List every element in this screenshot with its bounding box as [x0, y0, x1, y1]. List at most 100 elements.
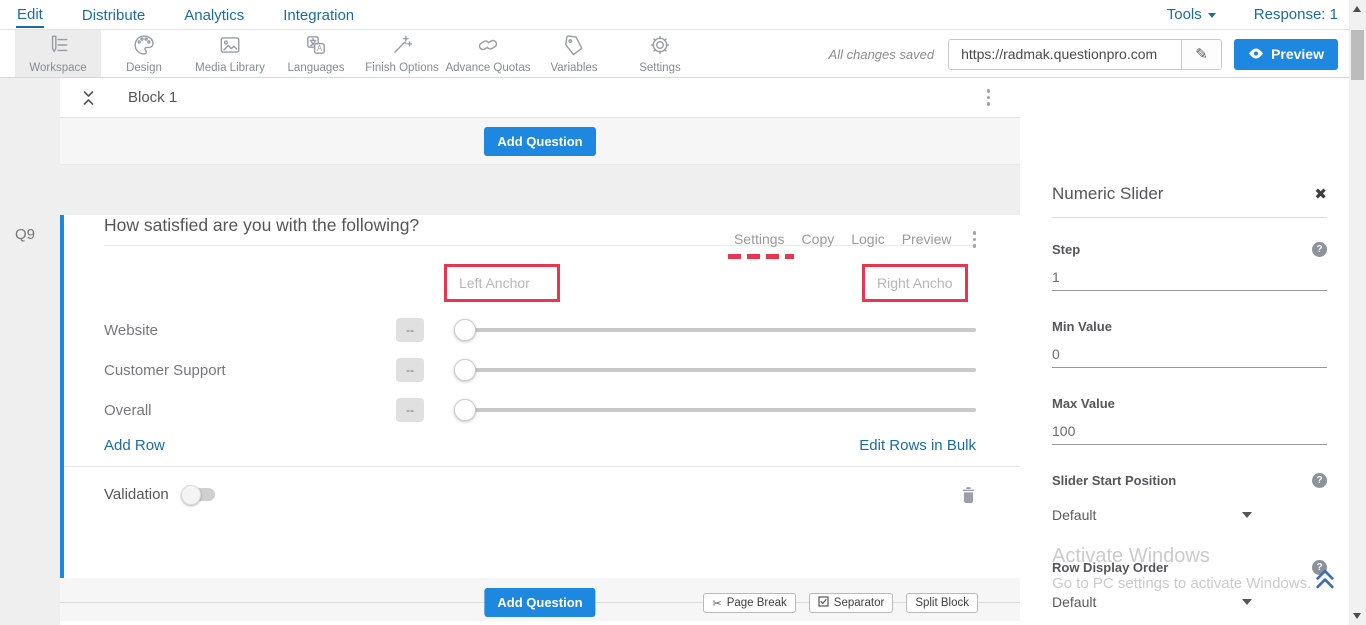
- toolbar-tab-label: Settings: [639, 62, 681, 74]
- select-value: Default: [1052, 507, 1096, 523]
- scrollbar-down-arrow-icon[interactable]: [1353, 613, 1361, 619]
- chevron-down-icon: [1242, 599, 1252, 605]
- slider-row-overall: Overall --: [104, 390, 976, 430]
- field-label: Row Display Order: [1052, 560, 1168, 575]
- block-menu-kebab-icon[interactable]: [983, 85, 995, 110]
- toolbar-tab-finish-options[interactable]: Finish Options: [359, 30, 445, 77]
- toolbar-tab-label: Finish Options: [365, 62, 439, 74]
- toolbar-tab-languages[interactable]: A Languages: [273, 30, 359, 77]
- right-anchor-input[interactable]: [865, 275, 965, 291]
- toolbar-tab-media-library[interactable]: Media Library: [187, 30, 273, 77]
- question-copy-link[interactable]: Copy: [802, 231, 835, 247]
- panel-title: Numeric Slider: [1052, 184, 1163, 204]
- slider-rows: Website -- Customer Support -- Overall -…: [104, 310, 976, 430]
- row-label[interactable]: Customer Support: [104, 362, 396, 379]
- scrollbar-up-arrow-icon[interactable]: [1353, 6, 1361, 12]
- scrollbar-thumb[interactable]: [1351, 30, 1364, 80]
- numeric-slider: [454, 319, 976, 341]
- slider-track[interactable]: [464, 368, 976, 372]
- toolbar-tab-label: Advance Quotas: [445, 62, 530, 74]
- add-question-strip-bottom: Add Question ✂ Page Break Separator Spli…: [60, 578, 1020, 621]
- toolbar-tab-design[interactable]: Design: [101, 30, 187, 77]
- field-slider-start-position: Slider Start Position ? Default: [1052, 473, 1327, 523]
- toolbar-tab-label: Media Library: [195, 62, 265, 74]
- slider-row-customer-support: Customer Support --: [104, 350, 976, 390]
- slider-handle[interactable]: [454, 399, 476, 421]
- row-value-badge: --: [396, 318, 424, 342]
- help-icon[interactable]: ?: [1312, 242, 1327, 257]
- next-block-area: [60, 621, 1020, 625]
- survey-editor-content: Block 1 Add Question Settings Copy Logic…: [60, 78, 1020, 625]
- edit-rows-in-bulk-link[interactable]: Edit Rows in Bulk: [859, 437, 976, 454]
- nav-tab-analytics[interactable]: Analytics: [183, 3, 245, 27]
- page-break-label: Page Break: [727, 597, 787, 609]
- validation-row: Validation: [104, 467, 976, 522]
- add-question-button-bottom[interactable]: Add Question: [484, 588, 595, 617]
- toolbar-tab-variables[interactable]: Variables: [531, 30, 617, 77]
- svg-text:A: A: [317, 44, 323, 53]
- magic-wand-icon: [390, 33, 414, 60]
- question-logic-link[interactable]: Logic: [851, 231, 884, 247]
- toggle-knob: [181, 485, 201, 505]
- tag-icon: [562, 33, 586, 60]
- field-min-value: Min Value: [1052, 319, 1327, 368]
- nav-tab-edit[interactable]: Edit: [16, 2, 44, 28]
- slider-start-position-select[interactable]: Default: [1052, 507, 1252, 523]
- question-card: Settings Copy Logic Preview How satisfie…: [60, 215, 1020, 578]
- question-preview-link[interactable]: Preview: [902, 231, 952, 247]
- question-settings-panel: Numeric Slider ✖ Step ? Min Value Max Va…: [1020, 78, 1349, 625]
- select-value: Default: [1052, 594, 1096, 610]
- palette-icon: [132, 33, 156, 60]
- toolbar-tab-workspace[interactable]: Workspace: [15, 30, 101, 77]
- toolbar-tab-settings[interactable]: Settings: [617, 30, 703, 77]
- edit-url-button[interactable]: ✎: [1181, 40, 1221, 69]
- left-anchor-input[interactable]: [447, 275, 557, 291]
- slider-track[interactable]: [464, 328, 976, 332]
- nav-tab-distribute[interactable]: Distribute: [81, 3, 146, 27]
- add-question-button-top[interactable]: Add Question: [484, 127, 595, 156]
- preview-button[interactable]: Preview: [1234, 39, 1338, 70]
- vertical-scrollbar[interactable]: [1349, 0, 1366, 625]
- question-settings-link[interactable]: Settings: [734, 231, 785, 247]
- delete-question-trash-icon[interactable]: [961, 486, 976, 504]
- page-break-button[interactable]: ✂ Page Break: [703, 593, 795, 613]
- slider-handle[interactable]: [454, 319, 476, 341]
- min-value-input[interactable]: [1052, 344, 1327, 368]
- nav-tab-integration[interactable]: Integration: [282, 3, 355, 27]
- tools-menu[interactable]: Tools: [1167, 6, 1216, 23]
- workspace-icon: [46, 33, 70, 60]
- toolbar-tab-advance-quotas[interactable]: Advance Quotas: [445, 30, 531, 77]
- scroll-to-top-double-chevron-icon[interactable]: [1314, 566, 1336, 597]
- editor-toolbar: Workspace Design Media Library A Languag…: [0, 30, 1366, 78]
- field-label: Step: [1052, 242, 1080, 257]
- survey-url-group: ✎: [948, 39, 1222, 70]
- block-title: Block 1: [128, 89, 177, 106]
- row-label[interactable]: Overall: [104, 402, 396, 419]
- row-display-order-select[interactable]: Default: [1052, 594, 1252, 610]
- field-row-display-order: Row Display Order ? Default: [1052, 560, 1327, 610]
- help-icon[interactable]: ?: [1312, 473, 1327, 488]
- chevron-down-icon: [1242, 512, 1252, 518]
- validation-label: Validation: [104, 486, 169, 503]
- question-menu-kebab-icon[interactable]: [969, 227, 981, 252]
- max-value-input[interactable]: [1052, 421, 1327, 445]
- chain-link-icon: [476, 33, 500, 60]
- response-count[interactable]: Response: 1: [1254, 6, 1338, 23]
- step-input[interactable]: [1052, 267, 1327, 291]
- validation-toggle[interactable]: [183, 488, 215, 501]
- row-value-badge: --: [396, 358, 424, 382]
- row-label[interactable]: Website: [104, 322, 396, 339]
- split-block-button[interactable]: Split Block: [906, 593, 978, 613]
- scissors-icon: ✂: [712, 597, 721, 610]
- survey-url-input[interactable]: [949, 40, 1181, 69]
- anchor-row: [104, 264, 976, 302]
- collapse-block-icon[interactable]: [82, 89, 95, 107]
- close-icon[interactable]: ✖: [1314, 185, 1327, 203]
- field-label: Slider Start Position: [1052, 473, 1176, 488]
- add-row-link[interactable]: Add Row: [104, 437, 165, 454]
- toolbar-tab-label: Design: [126, 62, 162, 74]
- separator-button[interactable]: Separator: [809, 593, 894, 613]
- slider-handle[interactable]: [454, 359, 476, 381]
- slider-track[interactable]: [464, 408, 976, 412]
- left-anchor-annotation-box: [444, 264, 560, 302]
